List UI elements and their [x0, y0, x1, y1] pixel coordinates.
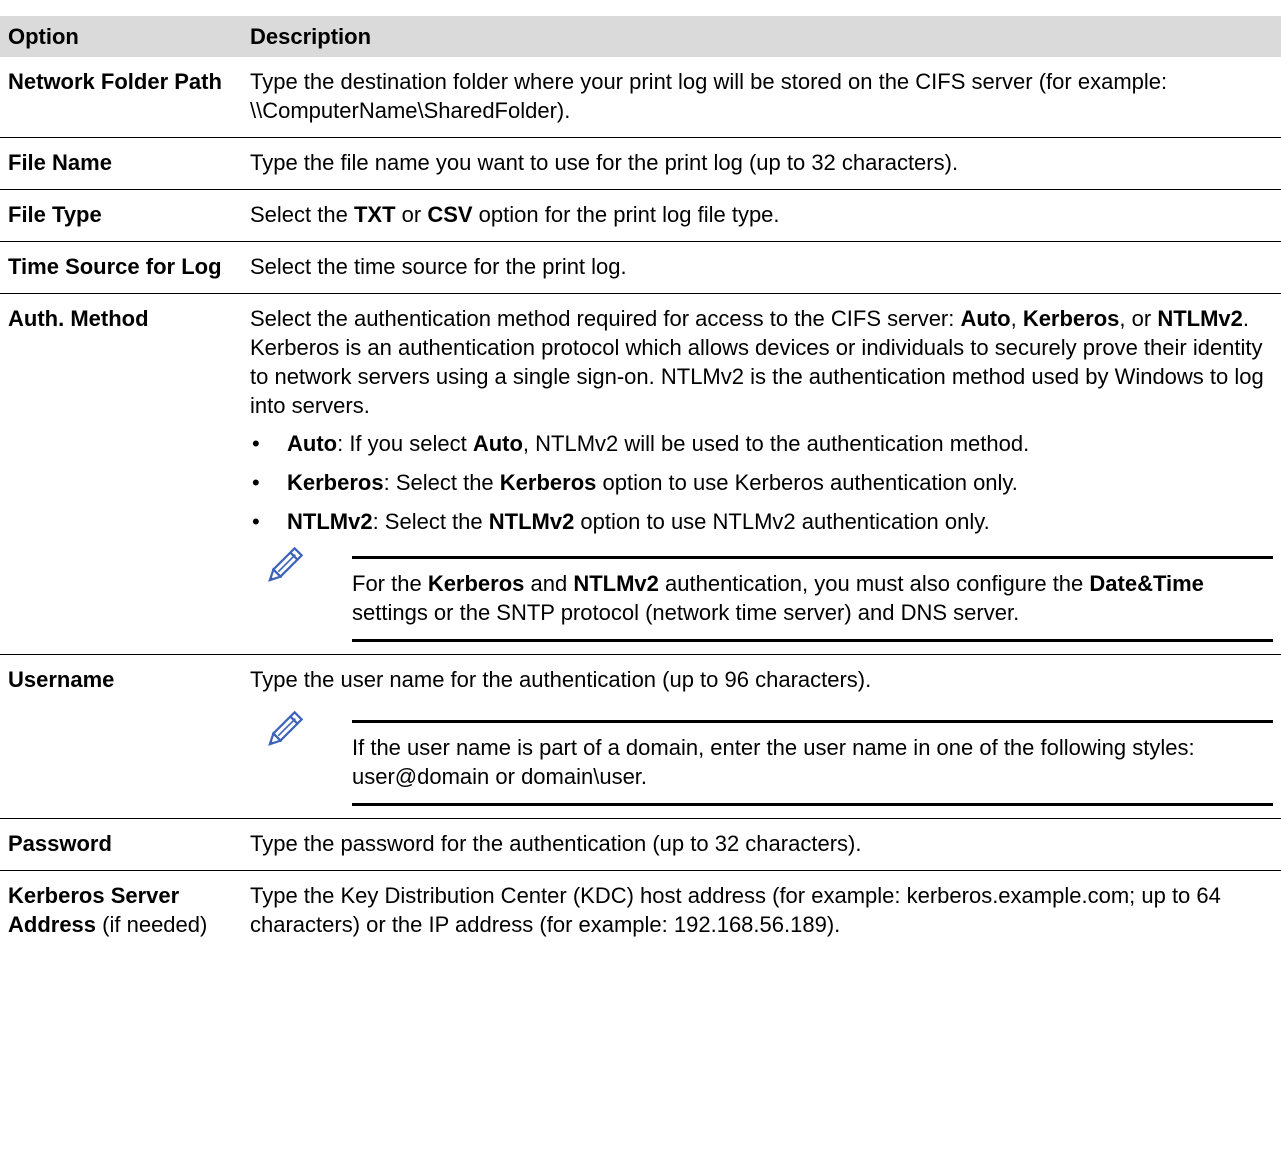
description-password: Type the password for the authentication… — [242, 818, 1281, 871]
option-time-source: Time Source for Log — [0, 241, 242, 294]
table-row: Password Type the password for the authe… — [0, 818, 1281, 871]
term-txt: TXT — [353, 202, 396, 227]
term-auto: Auto — [960, 306, 1011, 331]
option-qualifier: (if needed) — [96, 912, 208, 937]
option-password: Password — [0, 818, 242, 871]
term: Auto — [472, 431, 523, 456]
term-kerberos: Kerberos — [1022, 306, 1120, 331]
option-username: Username — [0, 654, 242, 819]
text: option to use NTLMv2 authentication only… — [574, 509, 990, 534]
text: Select the — [250, 202, 354, 227]
term: NTLMv2 — [573, 571, 659, 596]
text: option to use Kerberos authentication on… — [596, 470, 1018, 495]
option-file-name: File Name — [0, 137, 242, 190]
description-network-folder-path: Type the destination folder where your p… — [242, 57, 1281, 138]
option-file-type: File Type — [0, 189, 242, 242]
term: Kerberos — [499, 470, 597, 495]
text: and — [524, 571, 574, 596]
list-item: • NTLMv2: Select the NTLMv2 option to use… — [250, 507, 1273, 536]
description-username: Type the user name for the authenticatio… — [242, 654, 1281, 819]
table-row: Time Source for Log Select the time sour… — [0, 241, 1281, 294]
note-box: If the user name is part of a domain, en… — [250, 710, 1273, 806]
text: option for the print log file type. — [472, 202, 780, 227]
description-kerberos-server-address: Type the Key Distribution Center (KDC) h… — [250, 883, 1221, 937]
term: NTLMv2 — [287, 509, 373, 534]
note-text: If the user name is part of a domain, en… — [352, 720, 1273, 806]
options-table: Option Description Network Folder Path T… — [0, 16, 1281, 951]
table-row: Username Type the user name for the auth… — [0, 654, 1281, 819]
header-option: Option — [0, 16, 242, 57]
auth-method-list: • Auto: If you select Auto, NTLMv2 will b… — [250, 429, 1273, 536]
text: , NTLMv2 will be used to the authenticat… — [522, 431, 1030, 456]
list-item: • Kerberos: Select the Kerberos option to… — [250, 468, 1273, 497]
text: , or — [1119, 306, 1158, 331]
pencil-note-icon — [262, 708, 352, 759]
table-row: Auth. Method Select the authentication m… — [0, 293, 1281, 655]
term: Auto — [287, 431, 338, 456]
text: For the — [352, 571, 428, 596]
description-file-type: Select the TXT or CSV option for the pri… — [242, 189, 1281, 242]
username-paragraph: Type the user name for the authenticatio… — [250, 667, 872, 692]
table-row: Network Folder Path Type the destination… — [0, 57, 1281, 138]
description-file-name: Type the file name you want to use for t… — [242, 137, 1281, 190]
term: Date&Time — [1089, 571, 1204, 596]
term-ntlmv2: NTLMv2 — [1157, 306, 1243, 331]
option-auth-method: Auth. Method — [0, 293, 242, 655]
table-row: File Name Type the file name you want to… — [0, 137, 1281, 190]
list-item: • Auto: If you select Auto, NTLMv2 will b… — [250, 429, 1273, 458]
table-header-row: Option Description — [0, 16, 1281, 57]
pencil-note-icon — [262, 544, 352, 595]
term: Kerberos — [427, 571, 525, 596]
bullet: • — [252, 470, 260, 495]
bullet: • — [252, 431, 260, 456]
auth-method-paragraph: Select the authentication method require… — [250, 304, 1273, 420]
text: : Select the — [372, 509, 489, 534]
text: : If you select — [337, 431, 473, 456]
term-csv: CSV — [427, 202, 473, 227]
term: NTLMv2 — [488, 509, 575, 534]
note-box: For the Kerberos and NTLMv2 authenticati… — [250, 546, 1273, 642]
text: : Select the — [383, 470, 500, 495]
bullet: • — [252, 509, 260, 534]
text: settings or the SNTP protocol (network t… — [352, 600, 1020, 625]
text: , — [1010, 306, 1023, 331]
table-row: Kerberos Server Address (if needed) Type… — [0, 871, 1281, 952]
option-kerberos-server-address: Kerberos Server Address (if needed) — [0, 871, 242, 952]
description-auth-method: Select the authentication method require… — [242, 293, 1281, 655]
table-row: File Type Select the TXT or CSV option f… — [0, 189, 1281, 242]
text: authentication, you must also configure … — [658, 571, 1090, 596]
option-network-folder-path: Network Folder Path — [0, 57, 242, 138]
header-description: Description — [242, 16, 1281, 57]
note-text: For the Kerberos and NTLMv2 authenticati… — [352, 556, 1273, 642]
term: Kerberos — [287, 470, 384, 495]
text: or — [395, 202, 428, 227]
description-time-source: Select the time source for the print log… — [242, 241, 1281, 294]
text: Select the authentication method require… — [250, 306, 961, 331]
